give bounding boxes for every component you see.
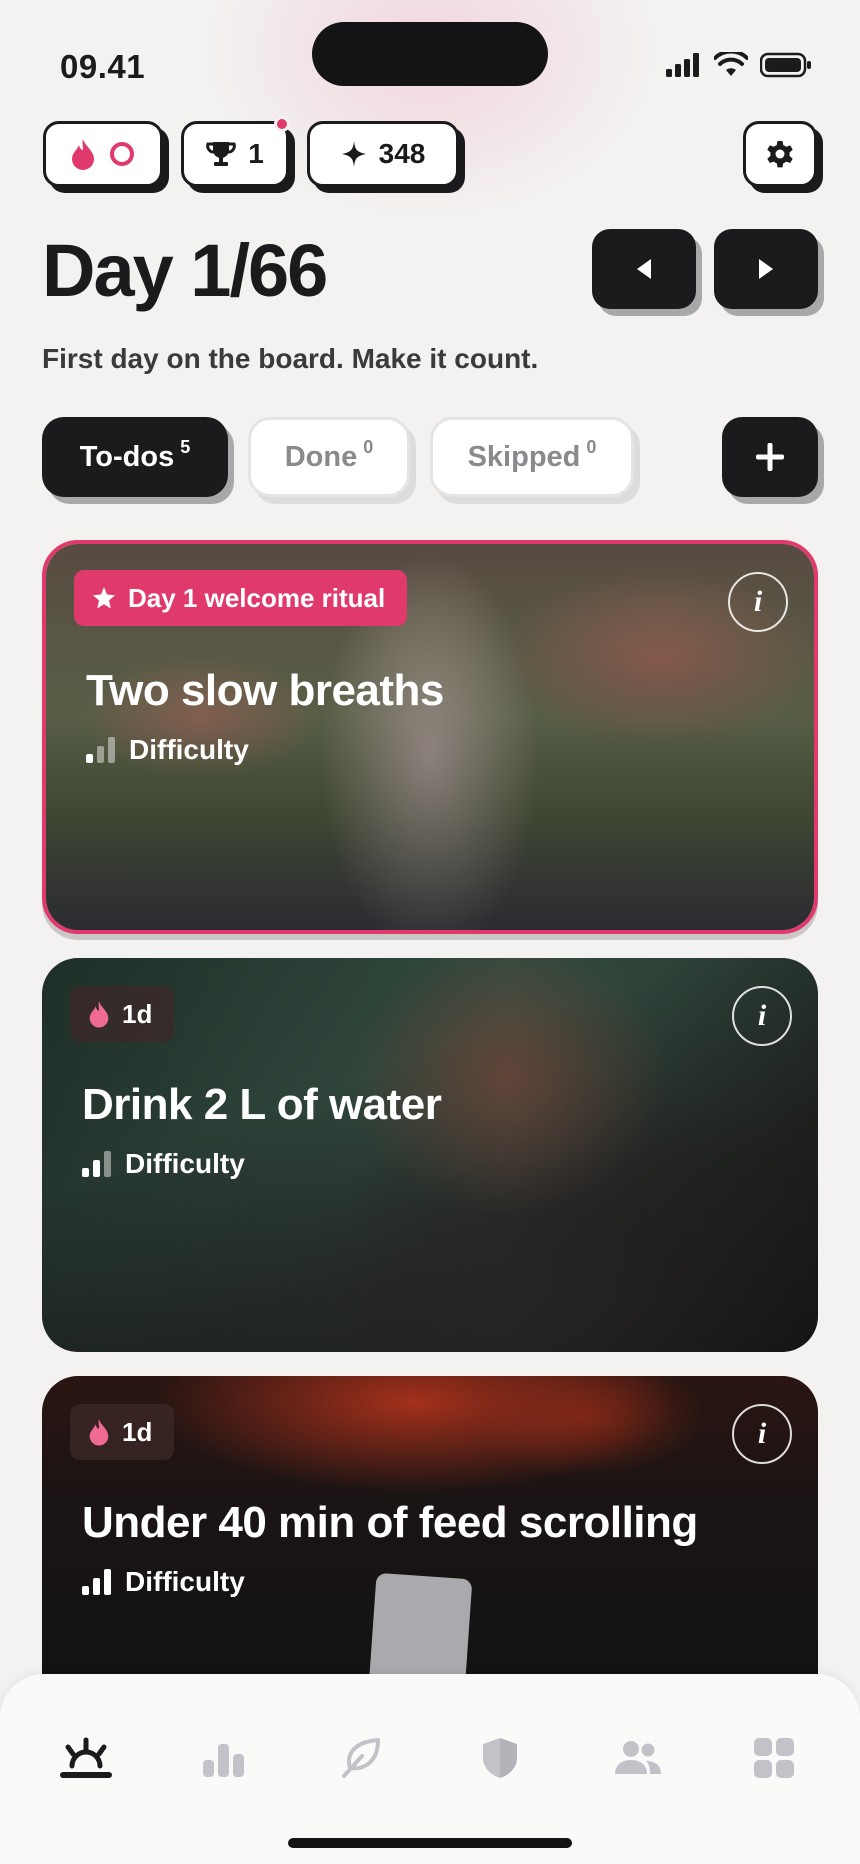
difficulty-label: Difficulty [125, 1148, 245, 1179]
star-icon [93, 587, 115, 609]
difficulty-indicator: Difficulty [82, 1566, 245, 1598]
streak-badge-label: 1d [122, 1416, 153, 1447]
status-bar: 09.41 [0, 0, 860, 110]
caret-right-icon [759, 259, 773, 279]
difficulty-label: Difficulty [129, 734, 249, 765]
shield-icon [483, 1738, 517, 1778]
home-indicator [288, 1838, 572, 1848]
tab-done-count: 0 [363, 436, 374, 457]
habit-card[interactable]: Day 1 welcome ritual i Two slow breaths … [42, 540, 818, 934]
flame-icon [89, 1001, 109, 1028]
difficulty-bars-icon [82, 1569, 111, 1595]
dynamic-island [312, 22, 548, 86]
trophy-icon [206, 142, 237, 166]
tab-skipped-count: 0 [586, 436, 597, 457]
notification-dot [274, 116, 290, 132]
habit-title: Under 40 min of feed scrolling [82, 1498, 698, 1547]
tab-todos-label: To-dos [79, 440, 175, 473]
nav-more[interactable] [742, 1728, 806, 1788]
trophy-pill[interactable]: 1 [181, 116, 290, 187]
nav-community[interactable] [606, 1728, 670, 1788]
ritual-badge-label: Day 1 welcome ritual [128, 582, 386, 613]
tab-todos-count: 5 [180, 436, 191, 457]
nav-protection[interactable] [468, 1728, 532, 1788]
streak-badge: 1d [70, 986, 175, 1042]
streak-pill[interactable] [43, 121, 163, 187]
streak-badge-label: 1d [122, 998, 153, 1029]
difficulty-bars-icon [86, 737, 115, 763]
flame-icon [72, 139, 94, 170]
caret-left-icon [637, 259, 651, 279]
nav-stats[interactable] [192, 1728, 256, 1788]
info-button[interactable]: i [732, 986, 792, 1046]
nav-today[interactable] [54, 1728, 118, 1788]
difficulty-indicator: Difficulty [86, 734, 249, 766]
community-icon [615, 1741, 661, 1774]
points-pill[interactable]: 348 [307, 121, 459, 187]
day-subtitle: First day on the board. Make it count. [42, 343, 539, 374]
tab-skipped-label: Skipped [467, 440, 581, 473]
difficulty-indicator: Difficulty [82, 1148, 245, 1180]
add-habit-button[interactable] [722, 417, 818, 497]
stats-icon [203, 1744, 244, 1777]
tab-skipped[interactable]: Skipped 0 [430, 417, 634, 497]
trophy-count: 1 [248, 138, 264, 169]
difficulty-label: Difficulty [125, 1566, 245, 1597]
habit-title: Drink 2 L of water [82, 1080, 442, 1129]
wifi-icon [714, 52, 748, 76]
tab-done[interactable]: Done 0 [248, 417, 410, 497]
tab-todos[interactable]: To-dos 5 [42, 417, 228, 497]
bottom-navigation [0, 1674, 860, 1864]
today-icon [60, 1737, 112, 1778]
leaf-icon [342, 1738, 380, 1778]
streak-ring-icon [110, 142, 134, 166]
next-day-button[interactable] [714, 229, 818, 309]
plus-icon [756, 443, 784, 471]
difficulty-bars-icon [82, 1151, 111, 1177]
grid-icon [754, 1738, 794, 1778]
habit-card[interactable]: 1d i Under 40 min of feed scrolling Diff… [42, 1376, 818, 1706]
battery-icon [760, 52, 811, 78]
tab-done-label: Done [284, 440, 358, 473]
status-icons [666, 52, 812, 78]
points-value: 348 [378, 138, 426, 169]
gear-icon [767, 141, 793, 168]
flame-icon [89, 1419, 109, 1446]
info-button[interactable]: i [728, 572, 788, 632]
signal-icon [666, 53, 699, 77]
day-title: Day 1/66 [42, 229, 328, 312]
status-time: 09.41 [60, 48, 146, 85]
previous-day-button[interactable] [592, 229, 696, 309]
habit-card[interactable]: 1d i Drink 2 L of water Difficulty [42, 958, 818, 1352]
settings-button[interactable] [743, 121, 817, 187]
sparkle-icon [341, 141, 366, 167]
ritual-badge: Day 1 welcome ritual [74, 570, 408, 626]
info-button[interactable]: i [732, 1404, 792, 1464]
habit-title: Two slow breaths [86, 666, 444, 715]
nav-growth[interactable] [330, 1728, 394, 1788]
streak-badge: 1d [70, 1404, 175, 1460]
